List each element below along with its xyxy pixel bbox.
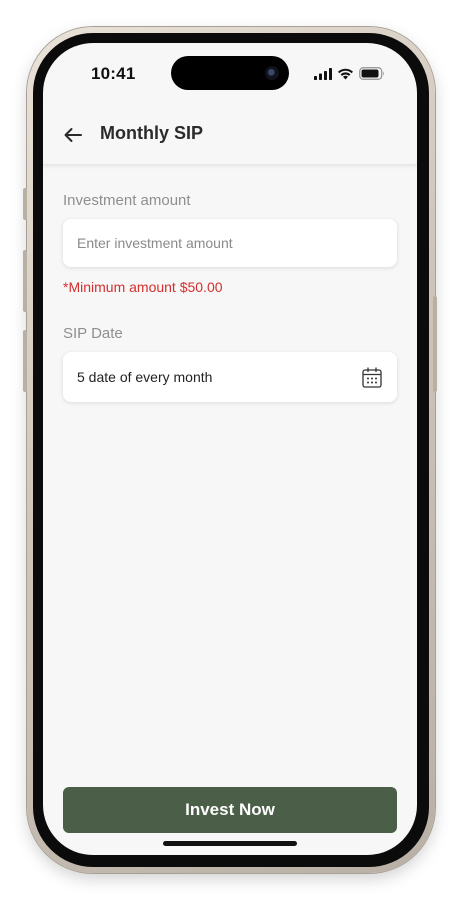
- app-screen: 10:41 Monthly SIP Investment amount Ente…: [43, 43, 417, 855]
- status-icons: [314, 67, 385, 80]
- dynamic-island: [171, 56, 289, 90]
- investment-amount-field[interactable]: [63, 219, 397, 267]
- sip-date-field[interactable]: 5 date of every month: [63, 352, 397, 402]
- calendar-button[interactable]: [361, 366, 383, 388]
- app-header: Monthly SIP: [43, 103, 417, 165]
- status-time: 10:41: [91, 64, 136, 83]
- arrow-left-icon: [64, 128, 82, 142]
- minimum-amount-note: *Minimum amount $50.00: [63, 279, 223, 295]
- sip-date-label: SIP Date: [63, 325, 123, 342]
- investment-amount-input[interactable]: [77, 235, 383, 251]
- back-button[interactable]: [59, 121, 87, 149]
- power-button: [433, 296, 437, 392]
- calendar-icon: [362, 366, 382, 388]
- action-button: [23, 188, 27, 220]
- sip-date-value: 5 date of every month: [77, 369, 213, 385]
- wifi-icon: [338, 68, 353, 79]
- volume-down-button: [23, 330, 27, 392]
- signal-bars-icon: [314, 67, 332, 80]
- battery-icon: [359, 67, 384, 80]
- volume-up-button: [23, 250, 27, 312]
- home-indicator: [163, 841, 297, 846]
- investment-amount-label: Investment amount: [63, 192, 191, 209]
- front-camera-icon: [265, 66, 279, 80]
- page-title: Monthly SIP: [100, 123, 203, 143]
- invest-now-button[interactable]: Invest Now: [63, 787, 397, 833]
